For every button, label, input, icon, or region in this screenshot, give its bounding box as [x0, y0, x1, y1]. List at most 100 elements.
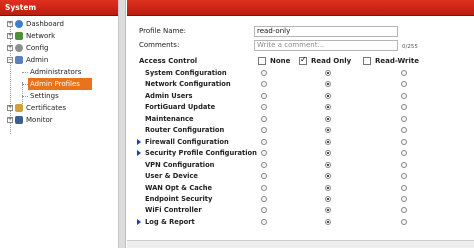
sidebar-item-dashboard[interactable]: + Dashboard: [0, 18, 118, 30]
sidebar-item-network[interactable]: + Network: [0, 30, 118, 42]
none-radio[interactable]: [261, 127, 267, 133]
permission-label: Security Profile Configuration: [145, 149, 257, 157]
read-only-radio[interactable]: [325, 81, 331, 87]
sidebar-item-label: Admin: [26, 56, 49, 64]
expand-icon[interactable]: +: [7, 105, 13, 111]
expand-icon[interactable]: +: [7, 117, 13, 123]
read-only-all-checkbox[interactable]: [299, 55, 307, 65]
none-radio[interactable]: [261, 139, 267, 145]
read-write-radio[interactable]: [401, 196, 407, 202]
collapse-icon[interactable]: −: [7, 57, 13, 63]
read-write-radio[interactable]: [401, 81, 407, 87]
main-header-bar: [127, 0, 474, 16]
expand-icon[interactable]: +: [7, 33, 13, 39]
sidebar-item-settings[interactable]: Settings: [0, 90, 118, 102]
read-write-radio[interactable]: [401, 116, 407, 122]
none-radio[interactable]: [261, 70, 267, 76]
sidebar-item-certificates[interactable]: + Certificates: [0, 102, 118, 114]
read-write-radio[interactable]: [401, 162, 407, 168]
none-all-checkbox[interactable]: [258, 57, 266, 65]
permission-label: Maintenance: [145, 115, 194, 123]
expand-caret-icon[interactable]: [137, 219, 141, 225]
column-read-only: Read Only: [311, 57, 352, 65]
none-radio[interactable]: [261, 150, 267, 156]
permission-label: Log & Report: [145, 218, 195, 226]
sidebar-item-label: Administrators: [30, 68, 82, 76]
permission-label: Endpoint Security: [145, 195, 213, 203]
permission-label: User & Device: [145, 172, 198, 180]
admin-user-icon: [15, 56, 23, 64]
permission-label: Network Configuration: [145, 80, 231, 88]
read-only-radio[interactable]: [325, 185, 331, 191]
expand-caret-icon[interactable]: [137, 150, 141, 156]
read-write-radio[interactable]: [401, 93, 407, 99]
certificate-icon: [15, 104, 23, 112]
read-only-radio[interactable]: [325, 104, 331, 110]
none-radio[interactable]: [261, 81, 267, 87]
comments-input[interactable]: Write a comment...: [254, 40, 398, 51]
read-write-radio[interactable]: [401, 139, 407, 145]
tree-line: [22, 96, 28, 97]
profile-name-input[interactable]: read-only: [254, 26, 398, 37]
read-write-radio[interactable]: [401, 173, 407, 179]
read-only-radio[interactable]: [325, 219, 331, 225]
tree-line: [22, 72, 28, 73]
read-write-radio[interactable]: [401, 104, 407, 110]
read-only-radio[interactable]: [325, 116, 331, 122]
sidebar-item-admin[interactable]: − Admin: [0, 54, 118, 66]
permission-label: VPN Configuration: [145, 161, 215, 169]
none-radio[interactable]: [261, 116, 267, 122]
none-radio[interactable]: [261, 219, 267, 225]
sidebar-item-label: Config: [26, 44, 49, 52]
read-only-radio[interactable]: [325, 139, 331, 145]
read-write-radio[interactable]: [401, 207, 407, 213]
profile-editor: Profile Name: read-only Comments: Write …: [127, 0, 474, 248]
read-only-radio[interactable]: [325, 127, 331, 133]
read-only-radio[interactable]: [325, 70, 331, 76]
read-only-radio[interactable]: [325, 196, 331, 202]
none-radio[interactable]: [261, 185, 267, 191]
comments-counter: 0/255: [402, 44, 418, 50]
comments-label: Comments:: [139, 41, 180, 49]
read-write-all-checkbox[interactable]: [363, 57, 371, 65]
read-write-radio[interactable]: [401, 150, 407, 156]
network-icon: [15, 32, 23, 40]
read-write-radio[interactable]: [401, 70, 407, 76]
pane-resize-handle[interactable]: [119, 0, 126, 248]
read-only-radio[interactable]: [325, 93, 331, 99]
column-read-write: Read-Write: [375, 57, 420, 65]
sidebar-title: System: [0, 0, 118, 16]
read-write-radio[interactable]: [401, 219, 407, 225]
sidebar-item-label: Monitor: [26, 116, 53, 124]
sidebar-item-monitor[interactable]: + Monitor: [0, 114, 118, 126]
sidebar-item-config[interactable]: + Config: [0, 42, 118, 54]
read-only-radio[interactable]: [325, 207, 331, 213]
sidebar-item-administrators[interactable]: Administrators: [0, 66, 118, 78]
permission-label: Admin Users: [145, 92, 193, 100]
none-radio[interactable]: [261, 104, 267, 110]
sidebar: System + Dashboard + Network + Config − …: [0, 0, 119, 248]
none-radio[interactable]: [261, 162, 267, 168]
nav-tree: + Dashboard + Network + Config − Admin A…: [0, 16, 118, 134]
expand-caret-icon[interactable]: [137, 139, 141, 145]
profile-name-label: Profile Name:: [139, 27, 187, 35]
read-write-radio[interactable]: [401, 127, 407, 133]
none-radio[interactable]: [261, 93, 267, 99]
read-only-radio[interactable]: [325, 173, 331, 179]
horizontal-scrollbar[interactable]: [127, 240, 474, 248]
gear-icon: [15, 44, 23, 52]
permission-label: WiFi Controller: [145, 206, 202, 214]
sidebar-item-label: Admin Profiles: [30, 80, 80, 88]
read-write-radio[interactable]: [401, 185, 407, 191]
none-radio[interactable]: [261, 196, 267, 202]
read-only-radio[interactable]: [325, 150, 331, 156]
read-only-radio[interactable]: [325, 162, 331, 168]
expand-icon[interactable]: +: [7, 45, 13, 51]
sidebar-item-admin-profiles[interactable]: Admin Profiles: [0, 78, 118, 90]
none-radio[interactable]: [261, 207, 267, 213]
permission-label: System Configuration: [145, 69, 227, 77]
permission-label: FortiGuard Update: [145, 103, 216, 111]
permission-label: Firewall Configuration: [145, 138, 229, 146]
none-radio[interactable]: [261, 173, 267, 179]
expand-icon[interactable]: +: [7, 21, 13, 27]
